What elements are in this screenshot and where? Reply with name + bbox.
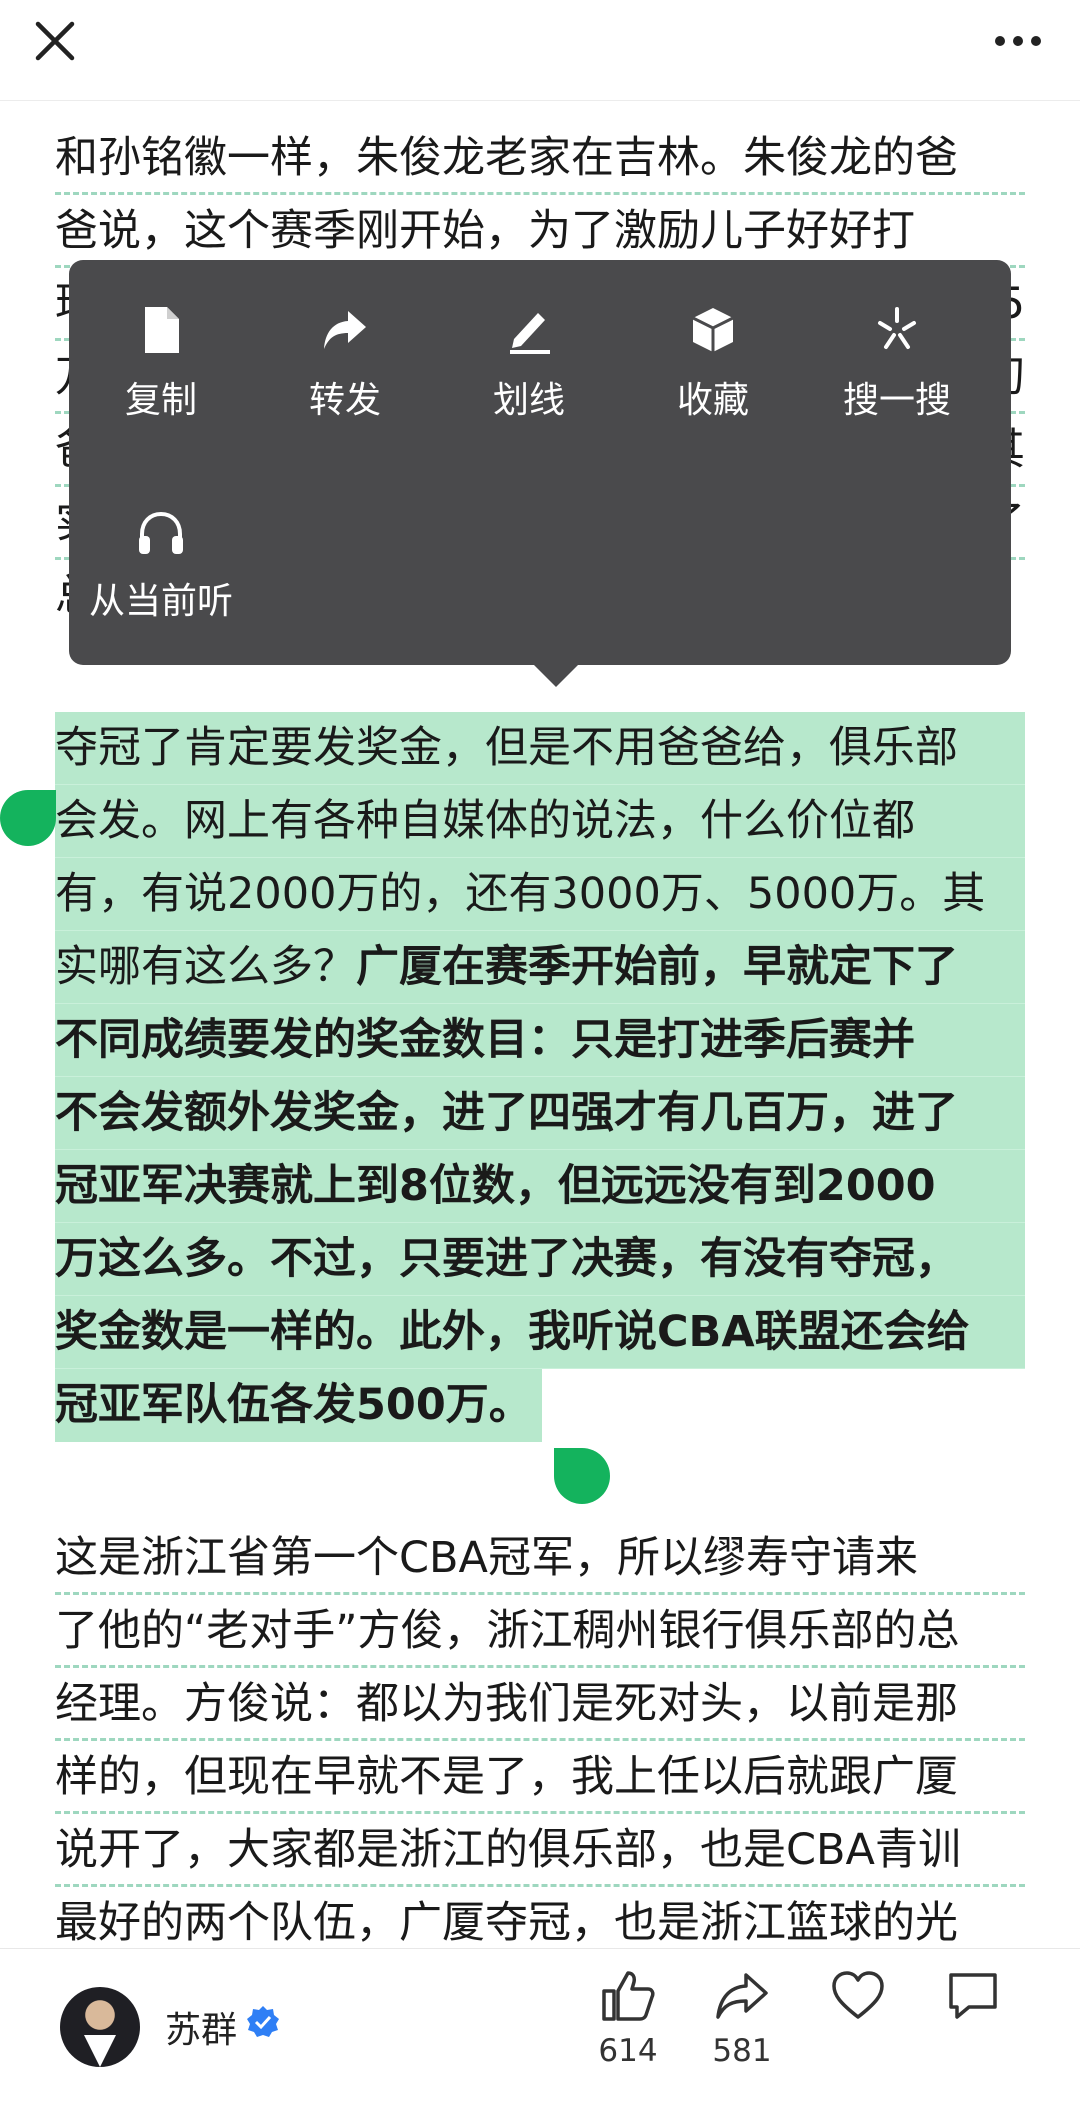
menu-item-favorite[interactable]: 收藏: [621, 305, 805, 423]
text-line: 和孙铭徽一样，朱俊龙老家在吉林。朱俊龙的爸: [55, 122, 1025, 195]
menu-item-label: 复制: [124, 380, 197, 421]
menu-item-label: 划线: [492, 380, 565, 421]
text-line: 说开了，大家都是浙江的俱乐部，也是CBA青训: [55, 1814, 1025, 1887]
menu-item-copy[interactable]: 复制: [69, 305, 253, 423]
comment-bubble-icon: [949, 1973, 997, 2019]
selected-line: 有，有说2000万的，还有3000万、5000万。其: [55, 858, 1025, 931]
like-button[interactable]: 614: [583, 1969, 673, 2069]
comment-button[interactable]: [928, 1969, 1018, 2027]
selected-line: 奖金数是一样的。此外，我听说CBA联盟还会给: [55, 1296, 1025, 1369]
author-name[interactable]: 苏群: [165, 2001, 237, 2053]
article-paragraph-3: 这是浙江省第一个CBA冠军，所以缪寿守请来 了他的“老对手”方俊，浙江稠州银行俱…: [55, 1522, 1025, 1960]
author-avatar[interactable]: [60, 1987, 140, 2067]
more-dot-icon: [1013, 36, 1023, 46]
thumbs-up-icon: [602, 1971, 655, 2021]
text-line: 样的，但现在早就不是了，我上任以后就跟广厦: [55, 1741, 1025, 1814]
forward-arrow-icon: [324, 311, 366, 349]
selected-line: 实哪有这么多？广厦在赛季开始前，早就定下了: [55, 931, 1025, 1004]
top-bar: [0, 0, 1080, 101]
selected-text-block[interactable]: 夺冠了肯定要发奖金，但是不用爸爸给，俱乐部 会发。网上有各种自媒体的说法，什么价…: [55, 712, 1025, 1369]
text-line: 这是浙江省第一个CBA冠军，所以缪寿守请来: [55, 1522, 1025, 1595]
menu-item-forward[interactable]: 转发: [253, 305, 437, 423]
share-arrow-icon: [716, 1973, 768, 2019]
cube-icon: [692, 308, 734, 352]
more-dot-icon: [1031, 36, 1041, 46]
selected-line: 夺冠了肯定要发奖金，但是不用爸爸给，俱乐部: [55, 712, 1025, 785]
more-dot-icon: [995, 36, 1005, 46]
like-count: 614: [598, 2033, 658, 2069]
favorite-button[interactable]: [813, 1969, 903, 2027]
selected-line: 不会发额外发奖金，进了四强才有几百万，进了: [55, 1077, 1025, 1150]
menu-item-label: 转发: [308, 380, 381, 421]
selected-line: 不同成绩要发的奖金数目：只是打进季后赛并: [55, 1004, 1025, 1077]
bottom-action-bar: 苏群 614 581: [0, 1948, 1080, 2102]
more-options-button[interactable]: [986, 16, 1050, 66]
share-count: 581: [712, 2033, 772, 2069]
selected-line: 万这么多。不过，只要进了决赛，有没有夺冠，: [55, 1223, 1025, 1296]
menu-item-search[interactable]: 搜一搜: [805, 305, 989, 423]
selected-line: 会发。网上有各种自媒体的说法，什么价位都: [55, 785, 1025, 858]
selection-end-handle[interactable]: [554, 1448, 610, 1504]
text-line: 经理。方俊说：都以为我们是死对头，以前是那: [55, 1668, 1025, 1741]
share-button[interactable]: 581: [697, 1969, 787, 2069]
selection-context-menu: 复制 转发 划线 收藏 搜一搜 从当前听: [69, 260, 1011, 687]
text-line: 了他的“老对手”方俊，浙江稠州银行俱乐部的总: [55, 1595, 1025, 1668]
verified-badge-icon: [247, 2006, 279, 2037]
menu-item-label: 搜一搜: [842, 380, 951, 421]
menu-item-label: 从当前听: [88, 581, 233, 622]
selection-start-handle[interactable]: [0, 790, 56, 846]
menu-item-underline[interactable]: 划线: [437, 305, 621, 423]
selected-line-last: 冠亚军队伍各发500万。: [55, 1369, 542, 1442]
headphones-icon: [139, 511, 183, 554]
pen-underline-icon: [510, 313, 550, 354]
menu-item-label: 收藏: [676, 380, 749, 421]
search-sparkle-icon: [878, 307, 916, 349]
heart-icon: [832, 1971, 884, 2019]
document-icon: [145, 307, 179, 353]
close-button[interactable]: [30, 16, 80, 66]
close-icon: [35, 21, 75, 61]
text-line: 爸说，这个赛季刚开始，为了激励儿子好好打: [55, 195, 1025, 268]
selected-line: 冠亚军决赛就上到8位数，但远远没有到2000: [55, 1150, 1025, 1223]
menu-item-listen[interactable]: 从当前听: [69, 510, 253, 624]
